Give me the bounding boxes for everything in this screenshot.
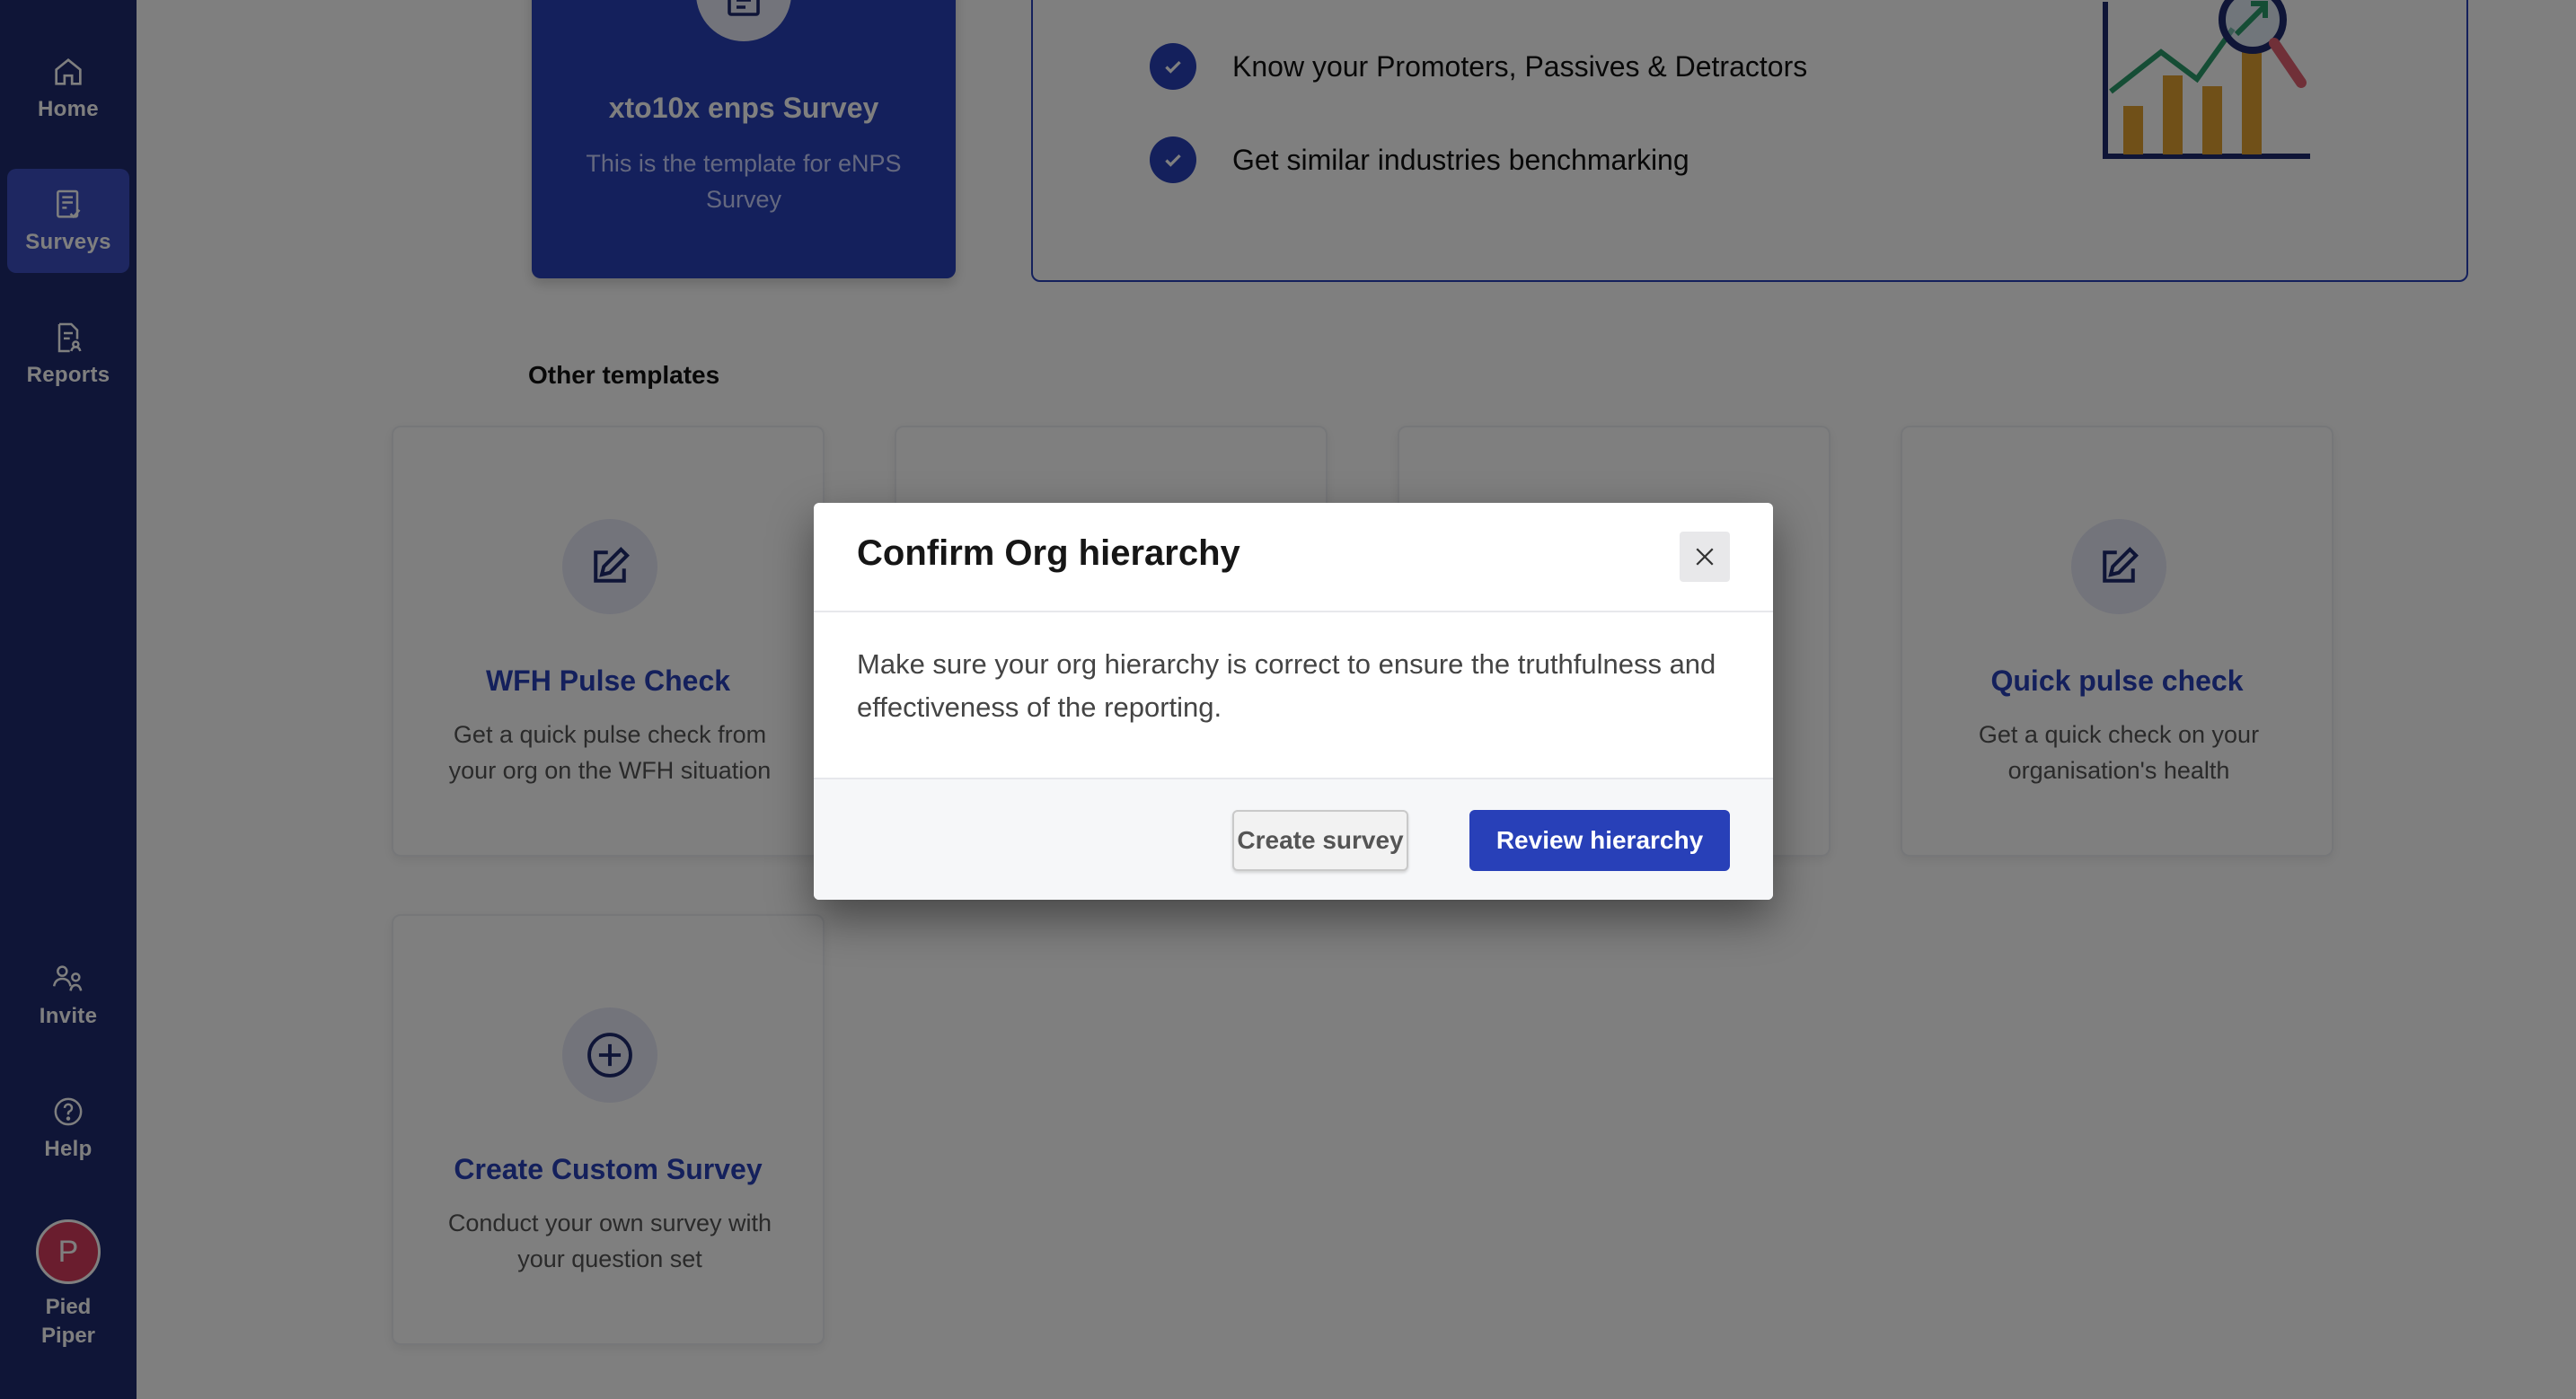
close-button[interactable] (1680, 532, 1730, 582)
close-icon (1696, 548, 1714, 566)
modal-footer: Create survey Review hierarchy (814, 778, 1773, 900)
modal-header: Confirm Org hierarchy (814, 503, 1773, 612)
create-survey-button[interactable]: Create survey (1232, 810, 1408, 871)
app-root: Home Surveys Reports Invite Help P Pied … (0, 0, 2576, 1399)
confirm-org-hierarchy-modal: Confirm Org hierarchy Make sure your org… (814, 503, 1773, 900)
modal-body-text: Make sure your org hierarchy is correct … (857, 648, 1716, 723)
review-hierarchy-button[interactable]: Review hierarchy (1469, 810, 1730, 871)
modal-title: Confirm Org hierarchy (857, 533, 1240, 573)
